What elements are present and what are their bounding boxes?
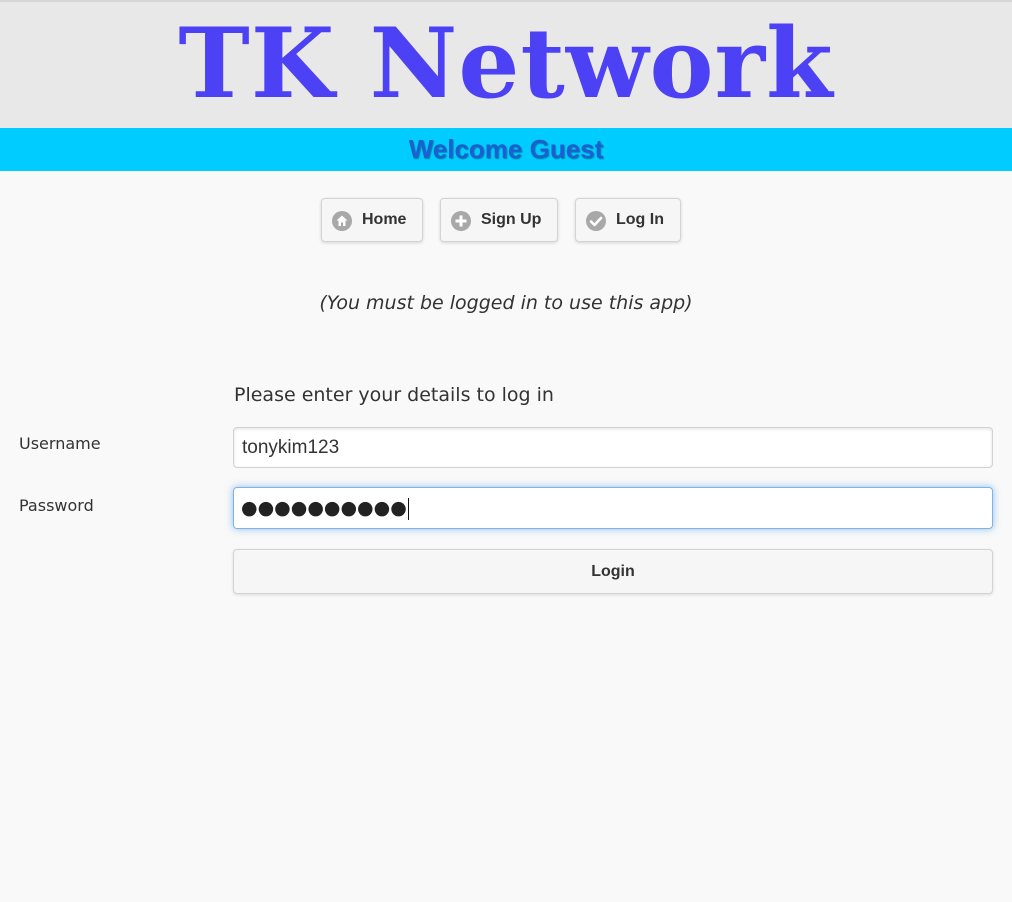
sign-up-button-label: Sign Up (481, 211, 542, 228)
check-icon (586, 211, 606, 231)
page: TK Network Welcome Guest Home Sign Up Lo… (0, 0, 1012, 902)
home-icon (332, 211, 352, 231)
site-header: TK Network (0, 0, 1012, 128)
password-input[interactable] (233, 487, 993, 529)
home-button[interactable]: Home (321, 198, 423, 242)
login-form-heading: Please enter your details to log in (234, 384, 554, 406)
site-title: TK Network (178, 7, 834, 120)
login-required-notice: (You must be logged in to use this app) (319, 292, 693, 314)
plus-icon (451, 211, 471, 231)
welcome-bar: Welcome Guest (0, 128, 1012, 171)
log-in-nav-button[interactable]: Log In (575, 198, 681, 242)
username-label: Username (19, 434, 101, 453)
password-label: Password (19, 496, 94, 515)
sign-up-button[interactable]: Sign Up (440, 198, 558, 242)
welcome-message: Welcome Guest (408, 134, 604, 164)
log-in-nav-button-label: Log In (616, 211, 664, 228)
username-input[interactable] (233, 427, 993, 468)
login-submit-button[interactable]: Login (233, 549, 993, 594)
home-button-label: Home (362, 211, 407, 228)
